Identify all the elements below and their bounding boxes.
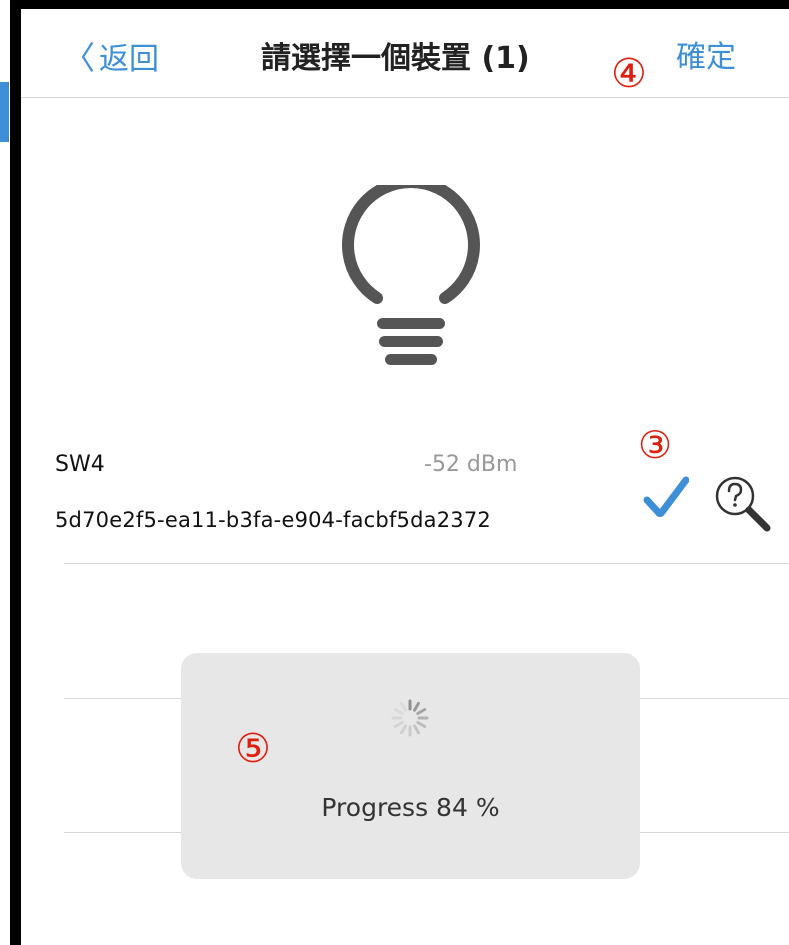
annotation-marker-progress: ⑤ [235,726,271,772]
navigation-bar: 〈返回 請選擇一個裝置 (1) ④ 確定 [21,9,789,98]
annotation-marker-confirm: ④ [611,51,647,97]
device-name: SW4 [55,452,105,477]
confirm-button[interactable]: 確定 [676,38,736,78]
back-label: 返回 [99,42,160,77]
left-panel-accent [0,82,9,142]
device-uuid: 5d70e2f5-ea11-b3fa-e904-facbf5da2372 [55,508,491,532]
check-icon[interactable] [643,476,689,520]
progress-hud: ⑤ Progress 84 % [181,653,640,879]
search-help-icon[interactable] [711,472,777,534]
chevron-left-icon: 〈 [63,39,96,77]
device-rssi: -52 dBm [424,452,518,477]
spinner-icon [391,699,429,737]
lightbulb-icon [342,185,480,365]
annotation-marker-check: ③ [638,423,673,467]
device-select-screen: 〈返回 請選擇一個裝置 (1) ④ 確定 SW4 -52 dBm 5d70e2f… [21,9,789,945]
page-title: 請選擇一個裝置 (1) [261,41,530,76]
list-divider [64,563,789,564]
progress-label: Progress 84 % [321,793,500,822]
back-button[interactable]: 〈返回 [63,38,159,80]
